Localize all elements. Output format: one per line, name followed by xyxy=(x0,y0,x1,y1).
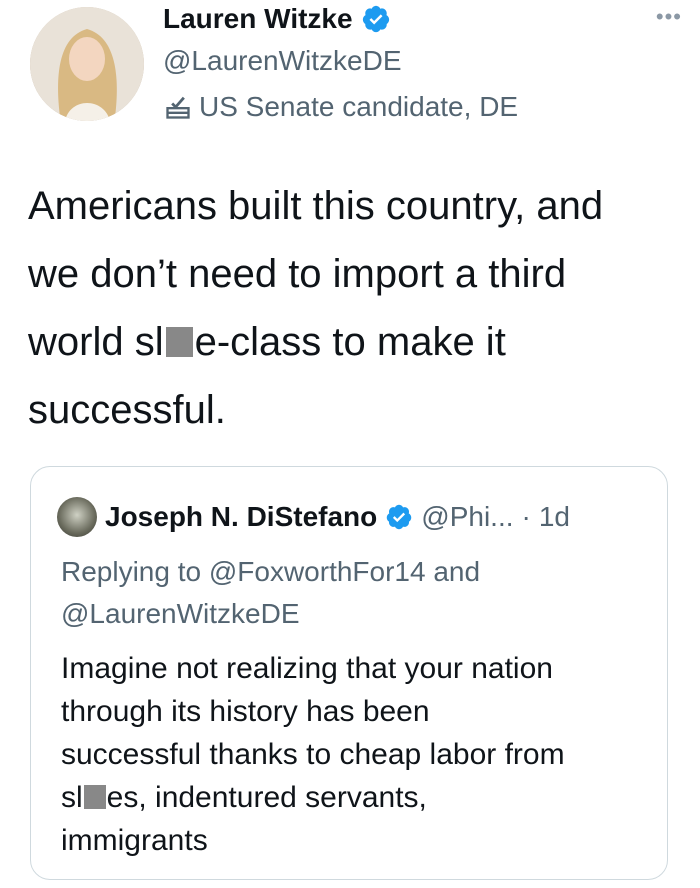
quoted-tweet-header: Joseph N. DiStefano @Phi... · 1d xyxy=(57,497,570,537)
avatar-photo xyxy=(30,7,144,121)
quoted-author-name[interactable]: Joseph N. DiStefano xyxy=(105,500,377,534)
redaction-block xyxy=(165,327,193,357)
quoted-author-handle[interactable]: @Phi... xyxy=(421,500,513,534)
candidate-label-text: US Senate candidate, DE xyxy=(199,91,519,122)
author-handle[interactable]: @LaurenWitzkeDE xyxy=(163,44,402,78)
quoted-tweet-text: Imagine not realizing that your nation t… xyxy=(61,647,661,862)
replying-to-line: @LaurenWitzkeDE xyxy=(61,598,300,629)
redaction-block xyxy=(83,785,106,809)
separator-dot: · xyxy=(521,501,531,532)
quoted-text-fragment: sl xyxy=(61,781,83,814)
quoted-text-line: Imagine not realizing that your nation xyxy=(61,652,553,685)
replying-to: Replying to @FoxworthFor14 and @LaurenWi… xyxy=(61,551,651,635)
quoted-author-avatar[interactable] xyxy=(57,497,97,537)
tweet-text-fragment: e-class to make it xyxy=(194,320,506,364)
quoted-time[interactable]: 1d xyxy=(539,500,570,534)
author-name-row[interactable]: Lauren Witzke xyxy=(163,2,391,36)
quoted-tweet-card[interactable]: Joseph N. DiStefano @Phi... · 1d Replyin… xyxy=(30,466,668,880)
tweet-text-line: we don’t need to import a third xyxy=(28,252,567,296)
candidate-label: US Senate candidate, DE xyxy=(163,90,518,124)
author-name[interactable]: Lauren Witzke xyxy=(163,2,353,36)
more-options-icon[interactable]: ••• xyxy=(656,4,682,30)
tweet-text-line: Americans built this country, and xyxy=(28,184,604,228)
verified-badge-icon xyxy=(362,5,389,33)
quoted-text-line: sl es, indentured servants, xyxy=(61,776,661,819)
tweet-text-line: world sl e-class to make it xyxy=(28,308,678,376)
tweet-text: Americans built this country, and we don… xyxy=(28,172,678,444)
quoted-text-line: through its history has been xyxy=(61,695,430,728)
quoted-text-line: successful thanks to cheap labor from xyxy=(61,738,565,771)
verified-badge-icon xyxy=(387,504,412,530)
quoted-text-fragment: es, indentured servants, xyxy=(106,781,427,814)
quoted-text-line: immigrants xyxy=(61,824,208,857)
tweet-text-fragment: world sl xyxy=(28,320,164,364)
tweet-text-line: successful. xyxy=(28,388,226,432)
author-avatar[interactable] xyxy=(30,7,144,121)
ballot-box-icon xyxy=(166,96,190,119)
replying-to-line: Replying to @FoxworthFor14 and xyxy=(61,556,481,587)
